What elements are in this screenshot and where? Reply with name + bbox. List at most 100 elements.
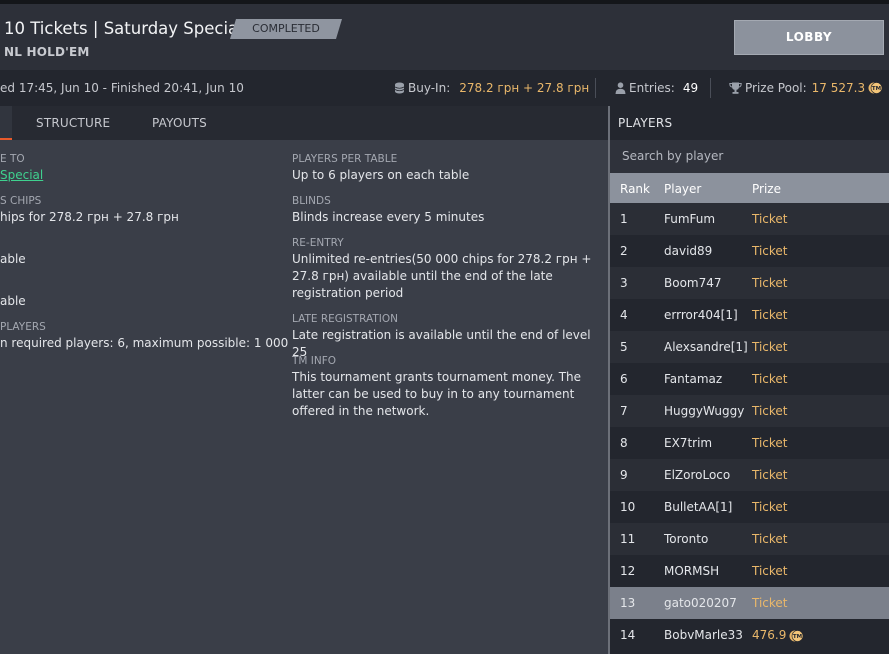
player-name-cell: Fantamaz <box>664 372 723 386</box>
detail-value-re-entry: Unlimited re-entries(50 000 chips for 27… <box>292 252 592 300</box>
detail-value-late-registration: Late registration is available until the… <box>292 328 591 359</box>
rank-cell: 10 <box>620 500 636 514</box>
prize-value: Ticket <box>752 596 788 610</box>
lobby-button[interactable]: LOBBY <box>734 20 884 55</box>
table-row[interactable]: 6 Fantamaz Ticket <box>610 363 889 395</box>
player-name-cell: HuggyWuggy <box>664 404 745 418</box>
detail-label-chips: S CHIPS <box>0 195 42 207</box>
prize-value: Ticket <box>752 500 788 514</box>
rank-cell: 7 <box>620 404 628 418</box>
trophy-icon <box>729 82 742 94</box>
players-panel-title: PLAYERS <box>618 116 673 130</box>
prize-value: Ticket <box>752 564 788 578</box>
players-table-header: Rank Player Prize <box>610 173 889 203</box>
tournament-dates: ed 17:45, Jun 10 - Finished 20:41, Jun 1… <box>0 81 244 95</box>
rank-cell: 11 <box>620 532 636 546</box>
prize-cell: Ticket <box>752 276 788 290</box>
column-header-player[interactable]: Player <box>664 182 701 196</box>
buyin-info: Buy-In: 278.2 грн + 27.8 грн <box>394 81 589 95</box>
rank-cell: 3 <box>620 276 628 290</box>
prize-value: Ticket <box>752 276 788 290</box>
detail-value-available-2: able <box>0 294 26 308</box>
prize-pool-info: Prize Pool: 17 527.3 TM <box>729 81 885 95</box>
status-badge: COMPLETED <box>230 19 342 39</box>
column-header-rank[interactable]: Rank <box>620 182 650 196</box>
tournament-link[interactable]: Special <box>0 168 43 182</box>
prize-value: Ticket <box>752 308 788 322</box>
prize-cell: Ticket <box>752 468 788 482</box>
table-row[interactable]: 14 BobvMarle33 476.9 TM <box>610 619 889 651</box>
table-row[interactable]: 4 errror404[1] Ticket <box>610 299 889 331</box>
prize-cell: Ticket <box>752 564 788 578</box>
tab-active-details[interactable] <box>0 106 12 140</box>
rank-cell: 6 <box>620 372 628 386</box>
table-row[interactable]: 5 Alexsandre[1] Ticket <box>610 331 889 363</box>
player-search-input[interactable]: Search by player <box>610 140 889 173</box>
player-name-cell: EX7trim <box>664 436 713 450</box>
tournament-header: 10 Tickets | Saturday Special NL HOLD'EM… <box>0 4 889 70</box>
tournament-lobby-window: 10 Tickets | Saturday Special NL HOLD'EM… <box>0 0 889 654</box>
entries-value: 49 <box>682 81 699 95</box>
prize-value: Ticket <box>752 340 788 354</box>
detail-value-players-per-table: Up to 6 players on each table <box>292 168 470 182</box>
table-row[interactable]: 3 Boom747 Ticket <box>610 267 889 299</box>
player-name-cell: errror404[1] <box>664 308 738 322</box>
prize-cell: Ticket <box>752 244 788 258</box>
table-row[interactable]: 8 EX7trim Ticket <box>610 427 889 459</box>
players-table-body: 1 FumFum Ticket 2 david89 Ticket 3 Boom747 Ticke… <box>610 203 889 651</box>
table-row[interactable]: 9 ElZoroLoco Ticket <box>610 459 889 491</box>
prize-cell: Ticket <box>752 500 788 514</box>
divider <box>710 78 711 98</box>
prize-value: Ticket <box>752 212 788 226</box>
rank-cell: 5 <box>620 340 628 354</box>
tournament-money-coin-icon: TM <box>789 629 804 642</box>
detail-label-re-entry: RE-ENTRY <box>292 237 344 249</box>
detail-value-players: n required players: 6, maximum possible:… <box>0 336 289 350</box>
player-name-cell: BulletAA[1] <box>664 500 733 514</box>
rank-cell: 2 <box>620 244 628 258</box>
tournament-details: E TO Special S CHIPS hips for 278.2 грн … <box>0 140 608 654</box>
prize-cell: Ticket <box>752 436 788 450</box>
table-row[interactable]: 13 gato020207 Ticket <box>610 587 889 619</box>
table-row[interactable]: 10 BulletAA[1] Ticket <box>610 491 889 523</box>
column-header-prize[interactable]: Prize <box>752 182 781 196</box>
player-name-cell: Boom747 <box>664 276 722 290</box>
tab-payouts[interactable]: PAYOUTS <box>152 116 207 130</box>
prize-value: Ticket <box>752 372 788 386</box>
prize-pool-value: 17 527.3 <box>811 81 866 95</box>
detail-label-late-to: E TO <box>0 153 25 165</box>
prize-pool-label: Prize Pool: <box>745 81 807 95</box>
player-name-cell: MORMSH <box>664 564 720 578</box>
rank-cell: 1 <box>620 212 628 226</box>
prize-cell: Ticket <box>752 372 788 386</box>
table-row[interactable]: 1 FumFum Ticket <box>610 203 889 235</box>
tournament-money-coin-icon: TM <box>868 82 883 94</box>
rank-cell: 14 <box>620 628 636 642</box>
prize-value: Ticket <box>752 244 788 258</box>
players-panel: PLAYERS Search by player Rank Player Pri… <box>608 106 889 654</box>
tab-bar: STRUCTURE PAYOUTS <box>0 106 608 140</box>
tab-structure[interactable]: STRUCTURE <box>36 116 110 130</box>
coins-stack-icon <box>394 82 405 94</box>
player-name-cell: FumFum <box>664 212 716 226</box>
table-row[interactable]: 11 Toronto Ticket <box>610 523 889 555</box>
tournament-info-bar: ed 17:45, Jun 10 - Finished 20:41, Jun 1… <box>0 70 889 106</box>
rank-cell: 9 <box>620 468 628 482</box>
table-row[interactable]: 2 david89 Ticket <box>610 235 889 267</box>
player-name-cell: ElZoroLoco <box>664 468 731 482</box>
buyin-label: Buy-In: <box>408 81 451 95</box>
prize-cell: Ticket <box>752 308 788 322</box>
rank-cell: 4 <box>620 308 628 322</box>
table-row[interactable]: 7 HuggyWuggy Ticket <box>610 395 889 427</box>
prize-value: 476.9 <box>752 628 787 642</box>
table-row[interactable]: 12 MORMSH Ticket <box>610 555 889 587</box>
rank-cell: 13 <box>620 596 636 610</box>
player-name-cell: BobvMarle33 <box>664 628 743 642</box>
svg-text:TM: TM <box>793 634 802 640</box>
entries-info: Entries: 49 <box>615 81 698 95</box>
detail-label-late-registration: LATE REGISTRATION <box>292 313 398 325</box>
player-name-cell: Alexsandre[1] <box>664 340 748 354</box>
prize-cell: Ticket <box>752 532 788 546</box>
divider <box>595 78 596 98</box>
player-name-cell: david89 <box>664 244 713 258</box>
